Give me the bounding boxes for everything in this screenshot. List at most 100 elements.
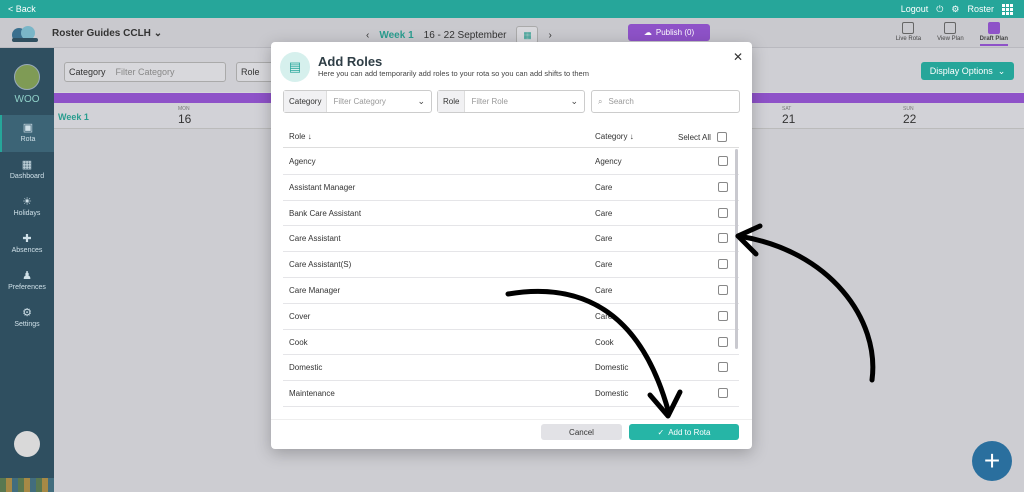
modal-title: Add Roles xyxy=(318,54,383,69)
table-row: Assistant Manager Care xyxy=(283,175,739,201)
draft-plan-tab[interactable]: Draft Plan xyxy=(979,18,1008,46)
day-header-sat: SAT 21 xyxy=(782,106,795,126)
sidebar-item-label: Preferences xyxy=(8,284,46,291)
role-filter[interactable]: Role xyxy=(236,62,276,82)
view-plan-tab[interactable]: View Plan xyxy=(937,18,964,46)
roles-table: Agency Agency Assistant Manager Care Ban… xyxy=(283,149,739,419)
live-rota-label: Live Rota xyxy=(895,36,922,42)
publish-button[interactable]: ☁ Publish (0) xyxy=(628,24,710,41)
row-checkbox[interactable] xyxy=(718,259,728,270)
sidebar-item-rota[interactable]: ▣ Rota xyxy=(0,115,54,152)
live-rota-tab[interactable]: Live Rota xyxy=(896,18,921,46)
day-header-mon: MON 16 xyxy=(178,106,191,126)
sidebar-item-holidays[interactable]: ☀ Holidays xyxy=(0,189,54,226)
row-checkbox[interactable] xyxy=(718,233,728,244)
sidebar-item-settings[interactable]: ⚙ Settings xyxy=(0,300,54,337)
role-filter-label: Role xyxy=(241,67,260,77)
sidebar-item-label: Holidays xyxy=(13,210,41,217)
preferences-icon: ♟ xyxy=(22,270,32,282)
row-checkbox[interactable] xyxy=(718,207,728,218)
category-column-header[interactable]: Category ↓ xyxy=(595,132,634,141)
sidebar-item-dashboard[interactable]: ▦ Dashboard xyxy=(0,152,54,189)
add-fab-button[interactable]: + xyxy=(972,441,1012,481)
role-cell: Domestic xyxy=(289,363,323,373)
table-row: Maintenance Domestic xyxy=(283,381,739,407)
table-row: Care Assistant Care xyxy=(283,226,739,253)
sort-arrow-icon: ↓ xyxy=(307,132,312,141)
add-to-rota-button[interactable]: ✓ Add to Rota xyxy=(629,424,739,440)
day-header-sun: SUN 22 xyxy=(903,106,916,126)
table-row: Bank Care Assistant Care xyxy=(283,201,739,227)
logout-icon[interactable]: ⏻ xyxy=(936,4,943,15)
day-number: 21 xyxy=(782,112,796,126)
sidebar-item-label: Dashboard xyxy=(9,173,45,180)
week-range: 16 - 22 September xyxy=(423,29,507,41)
sidebar-item-absences[interactable]: ✚ Absences xyxy=(0,226,54,263)
view-switcher: Live Rota View Plan Draft Plan xyxy=(896,18,1008,46)
chevron-down-icon: ⌄ xyxy=(570,96,578,106)
day-number: 16 xyxy=(178,112,192,126)
check-icon: ✓ xyxy=(657,427,665,437)
view-plan-icon xyxy=(944,22,957,34)
holidays-icon: ☀ xyxy=(22,196,32,208)
category-cell: Care xyxy=(595,260,613,270)
cloud-upload-icon: ☁ xyxy=(643,28,652,37)
chevron-down-icon: ⌄ xyxy=(153,28,163,39)
display-options-button[interactable]: Display Options ⌄ xyxy=(921,62,1014,80)
org-logo-icon xyxy=(12,26,38,42)
sidebar-item-label: Settings xyxy=(14,321,40,328)
role-column-header[interactable]: Role ↓ xyxy=(289,132,312,141)
table-row: Care Manager Care xyxy=(283,278,739,304)
add-to-rota-label: Add to Rota xyxy=(668,427,711,437)
role-cell: Bank Care Assistant xyxy=(289,208,362,218)
row-checkbox[interactable] xyxy=(718,336,728,347)
role-column-label: Role xyxy=(289,132,306,141)
back-link[interactable]: < Back xyxy=(8,4,36,14)
user-avatar[interactable] xyxy=(14,431,40,457)
add-roles-modal: ▤ Add Roles Here you can add temporarily… xyxy=(271,42,752,449)
row-checkbox[interactable] xyxy=(718,156,728,166)
select-all-checkbox[interactable] xyxy=(716,132,727,142)
sidebar-item-preferences[interactable]: ♟ Preferences xyxy=(0,263,54,300)
table-row: Care Assistant(S) Care xyxy=(283,252,739,278)
modal-category-placeholder: Filter Category xyxy=(333,97,386,106)
category-cell: Cook xyxy=(595,337,614,347)
category-filter[interactable]: Category Filter Category xyxy=(64,62,226,82)
modal-category-filter[interactable]: Category Filter Category ⌄ xyxy=(283,90,432,113)
row-checkbox[interactable] xyxy=(718,181,728,192)
org-selector[interactable]: Roster Guides CCLH ⌄ xyxy=(52,28,162,39)
search-icon: ⌕ xyxy=(598,96,603,106)
org-name: Roster Guides CCLH xyxy=(52,28,151,39)
org-short-name: WOO xyxy=(14,94,40,105)
table-row: Cook Cook xyxy=(283,330,739,356)
modal-role-placeholder: Filter Role xyxy=(471,97,508,106)
prev-week-button[interactable]: ‹ xyxy=(366,30,369,41)
apps-grid-icon[interactable] xyxy=(1002,4,1013,15)
select-all[interactable]: Select All xyxy=(678,132,727,142)
category-filter-placeholder: Filter Category xyxy=(115,67,175,77)
next-week-button[interactable]: › xyxy=(548,30,551,41)
display-options-label: Display Options xyxy=(929,66,993,76)
table-scrollbar[interactable] xyxy=(735,149,738,349)
table-header: Role ↓ Category ↓ Select All xyxy=(283,128,739,148)
close-icon[interactable]: ✕ xyxy=(733,50,743,64)
role-cell: Assistant Manager xyxy=(289,182,356,192)
row-checkbox[interactable] xyxy=(718,362,728,373)
gear-icon[interactable]: ⚙ xyxy=(951,4,959,15)
roster-link[interactable]: Roster xyxy=(967,4,994,14)
search-input[interactable]: ⌕ Search xyxy=(591,90,740,113)
role-cell: Agency xyxy=(289,157,316,166)
sort-arrow-icon: ↓ xyxy=(629,132,634,141)
category-cell: Care xyxy=(595,182,613,192)
logout-link[interactable]: Logout xyxy=(901,4,929,14)
row-checkbox[interactable] xyxy=(718,388,728,399)
gear-icon: ⚙ xyxy=(22,307,32,319)
cancel-button[interactable]: Cancel xyxy=(541,424,622,440)
modal-role-filter[interactable]: Role Filter Role ⌄ xyxy=(437,90,585,113)
row-checkbox[interactable] xyxy=(718,310,728,321)
view-plan-label: View Plan xyxy=(937,36,964,42)
week-label: Week 1 xyxy=(379,29,414,41)
row-checkbox[interactable] xyxy=(718,284,728,295)
sidebar-item-label: Absences xyxy=(11,247,43,254)
briefcase-icon: ▤ xyxy=(280,52,310,82)
